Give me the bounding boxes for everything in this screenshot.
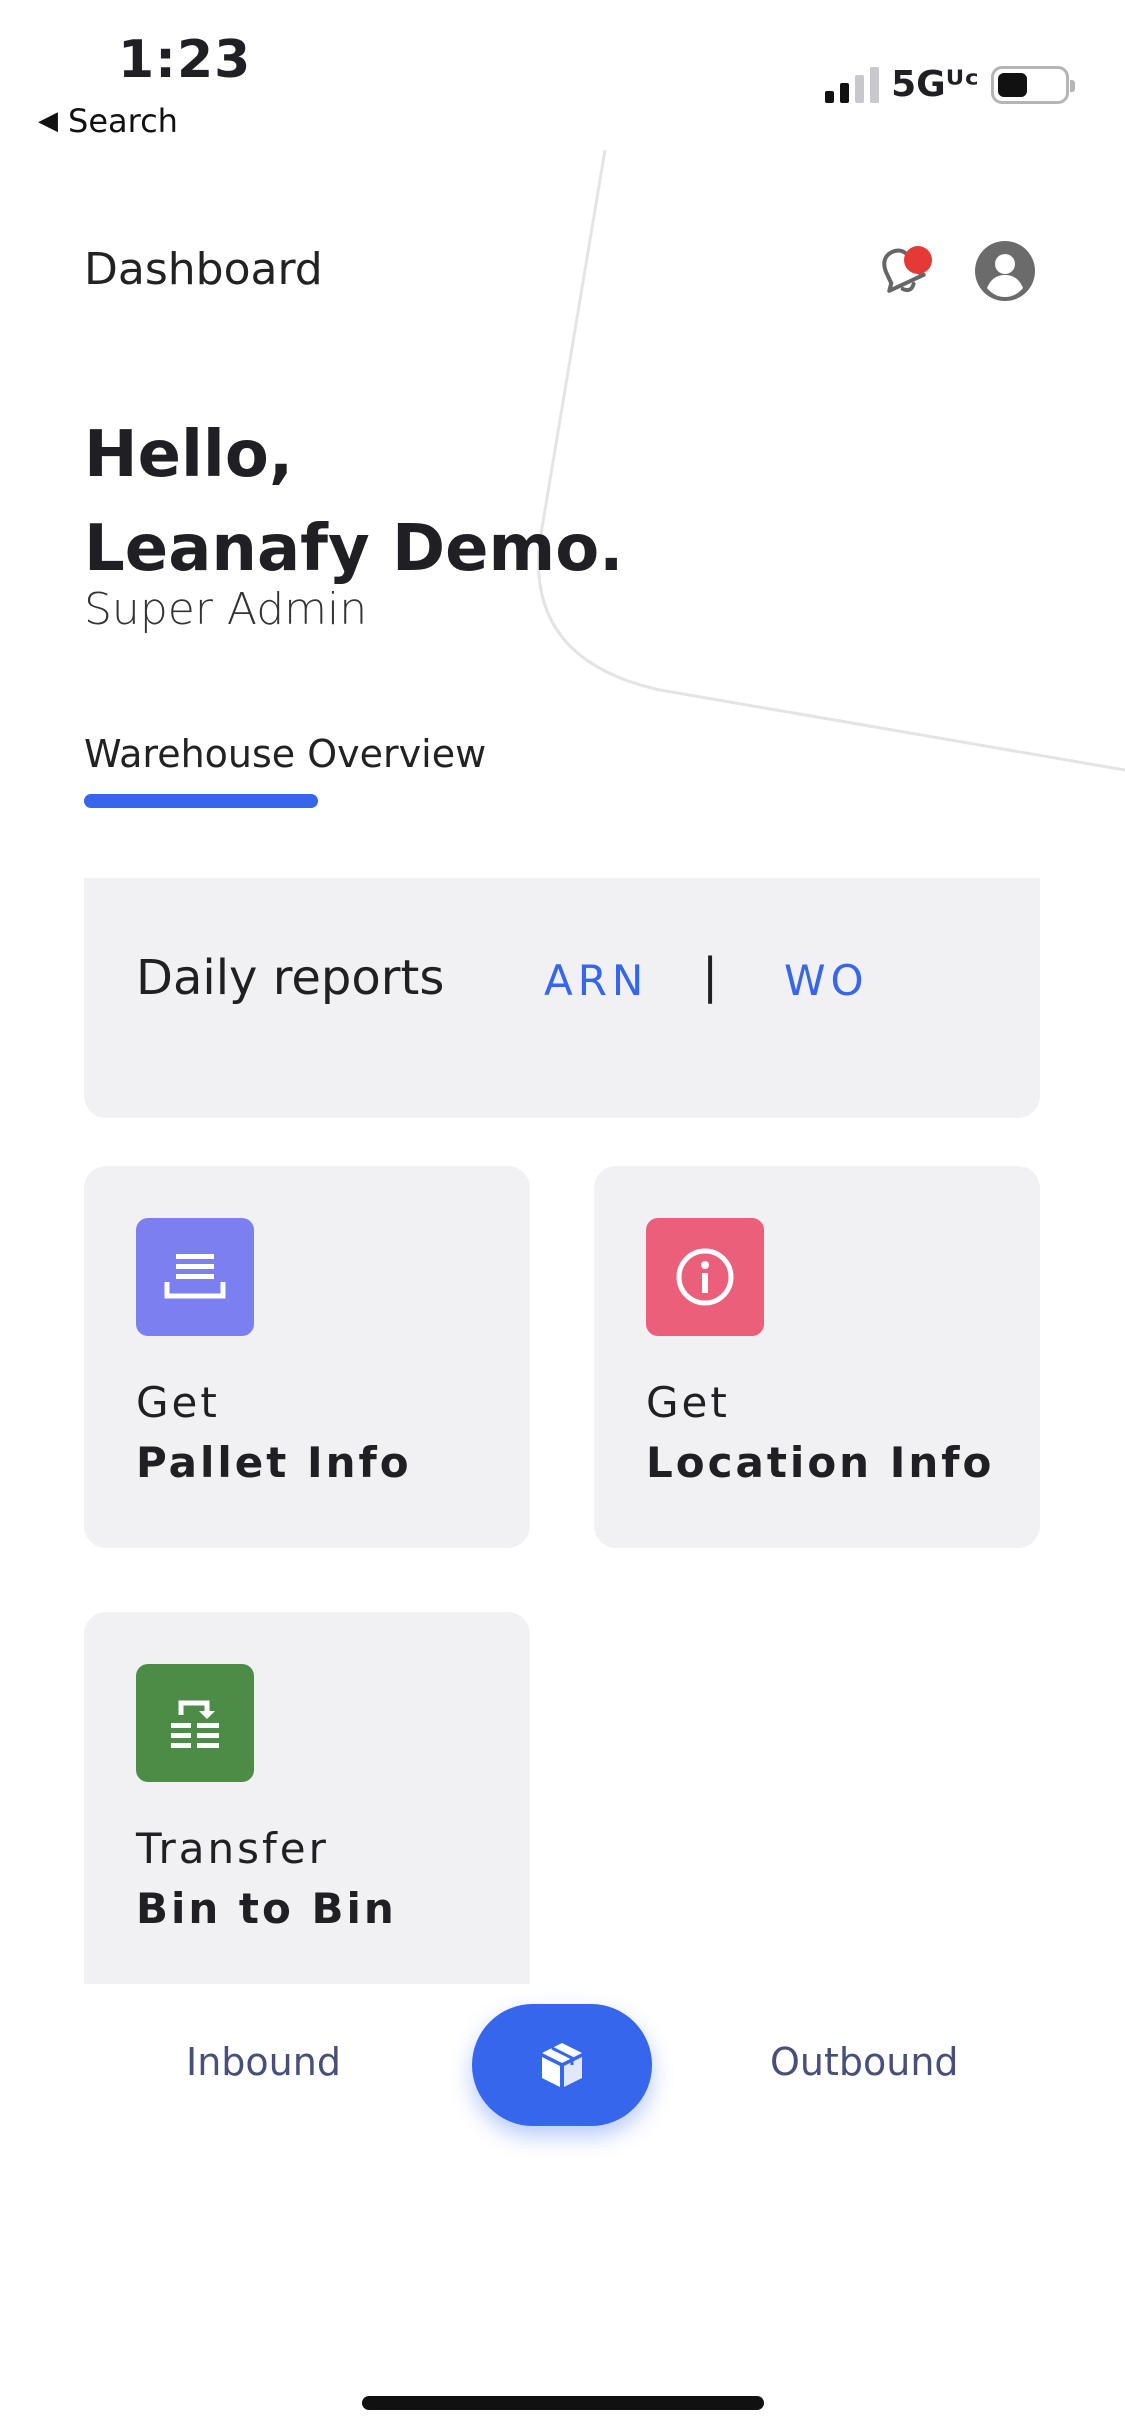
greeting: Hello, Leanafy Demo.: [84, 408, 623, 596]
home-fab-button[interactable]: [472, 2004, 652, 2126]
status-time: 1:23: [118, 30, 252, 90]
transfer-tile-line1: Transfer: [136, 1824, 329, 1873]
notification-badge: [904, 246, 932, 274]
pallet-icon: [136, 1218, 254, 1336]
signal-icon: [825, 66, 880, 103]
box-icon: [542, 2043, 582, 2087]
info-icon: [646, 1218, 764, 1336]
back-triangle-icon: ◀: [38, 106, 58, 136]
greeting-user-name: Leanafy Demo.: [84, 512, 624, 586]
pallet-tile-line2: Pallet Info: [136, 1438, 412, 1487]
pallet-tile-line1: Get: [136, 1378, 220, 1427]
greeting-line1: Hello,: [84, 418, 294, 492]
transfer-icon: [136, 1664, 254, 1782]
status-indicators: 5Gᵁᶜ: [825, 64, 1075, 105]
page-title: Dashboard: [84, 244, 323, 295]
account-circle-icon[interactable]: [974, 240, 1036, 302]
network-type: 5Gᵁᶜ: [891, 64, 979, 105]
user-role: Super Admin: [84, 584, 368, 635]
transfer-bin-to-bin-tile[interactable]: Transfer Bin to Bin: [84, 1612, 530, 1984]
back-label: Search: [68, 102, 178, 140]
location-tile-line2: Location Info: [646, 1438, 995, 1487]
battery-icon: [991, 65, 1075, 104]
get-location-info-tile[interactable]: Get Location Info: [594, 1166, 1040, 1548]
report-separator: |: [702, 948, 719, 1004]
tab-warehouse-overview[interactable]: Warehouse Overview: [84, 732, 486, 776]
nav-outbound[interactable]: Outbound: [770, 2040, 959, 2084]
back-to-search[interactable]: ◀ Search: [38, 102, 178, 140]
get-pallet-info-tile[interactable]: Get Pallet Info: [84, 1166, 530, 1548]
active-tab-indicator: [84, 794, 318, 808]
arn-report-link[interactable]: ARN: [544, 956, 648, 1005]
nav-inbound[interactable]: Inbound: [186, 2040, 341, 2084]
daily-reports-card: Daily reports ARN | WO: [84, 878, 1040, 1118]
transfer-tile-line2: Bin to Bin: [136, 1884, 397, 1933]
wo-report-link[interactable]: WO: [784, 956, 869, 1005]
location-tile-line1: Get: [646, 1378, 730, 1427]
daily-reports-title: Daily reports: [136, 950, 445, 1006]
home-indicator: [362, 2396, 764, 2410]
